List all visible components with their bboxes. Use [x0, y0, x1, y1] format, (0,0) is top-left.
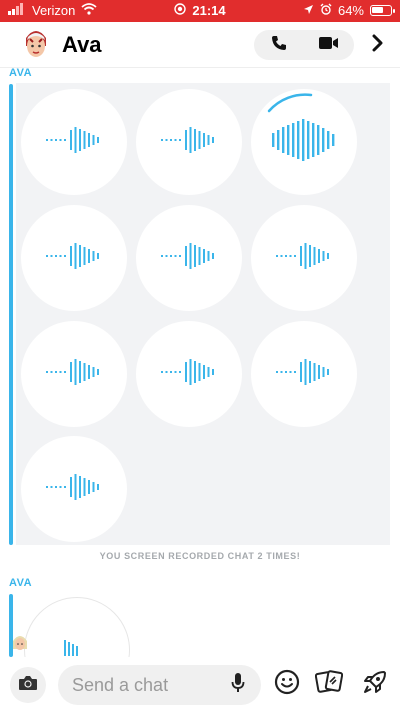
composer-bar: [0, 657, 400, 711]
voice-call-button[interactable]: [254, 30, 304, 60]
second-sender-label: AVA: [9, 577, 33, 589]
voice-note[interactable]: [21, 321, 127, 427]
waveform-icon: [44, 471, 104, 508]
screen-record-icon: [174, 3, 187, 18]
video-call-button[interactable]: [304, 30, 354, 60]
location-icon: [303, 3, 314, 18]
battery-percent: 64%: [337, 3, 364, 18]
chat-header: Ava: [0, 22, 400, 68]
cards-button[interactable]: [314, 669, 344, 699]
emoji-button[interactable]: [272, 669, 302, 699]
battery-level: [372, 7, 383, 13]
voice-note[interactable]: [251, 205, 357, 311]
sender-label: AVA: [9, 67, 33, 79]
waveform-icon: [44, 124, 104, 161]
bitmoji-avatar-icon[interactable]: [20, 28, 52, 62]
games-button[interactable]: [360, 669, 390, 699]
rocket-icon: [362, 669, 388, 700]
battery-icon: [370, 5, 395, 16]
camera-icon: [18, 675, 38, 696]
voice-note[interactable]: [136, 321, 242, 427]
alarm-icon: [320, 3, 332, 18]
system-message: YOU SCREEN RECORDED CHAT 2 TIMES!: [99, 551, 301, 561]
waveform-icon: [274, 356, 334, 393]
microphone-button[interactable]: [228, 672, 248, 699]
waveform-icon: [159, 356, 219, 393]
chevron-right-button[interactable]: [366, 32, 390, 58]
voice-note[interactable]: [251, 321, 357, 427]
contact-name[interactable]: Ava: [62, 32, 102, 58]
call-buttons: [254, 30, 354, 60]
waveform-icon: [159, 240, 219, 277]
voice-note[interactable]: [136, 89, 242, 195]
phone-icon: [271, 35, 287, 56]
playback-progress-ring: [267, 93, 313, 113]
waveform-icon: [274, 240, 334, 277]
voice-note[interactable]: [21, 436, 127, 542]
voice-note[interactable]: [21, 89, 127, 195]
status-bar: Verizon 21:14 64%: [0, 0, 400, 22]
waveform-icon: [159, 124, 219, 161]
voice-note[interactable]: [21, 205, 127, 311]
message-sender-bar: [9, 84, 13, 545]
waveform-icon: [44, 356, 104, 393]
waveform-icon: [44, 240, 104, 277]
voice-note[interactable]: [136, 205, 242, 311]
camera-button[interactable]: [10, 667, 46, 703]
voice-note[interactable]: [251, 89, 357, 195]
video-camera-icon: [319, 36, 339, 55]
chevron-right-icon: [372, 34, 384, 57]
cards-icon: [314, 669, 344, 700]
small-bitmoji-avatar-icon: [11, 633, 29, 653]
smiley-icon: [274, 669, 300, 700]
microphone-icon: [231, 672, 245, 699]
status-time: 21:14: [192, 3, 226, 18]
